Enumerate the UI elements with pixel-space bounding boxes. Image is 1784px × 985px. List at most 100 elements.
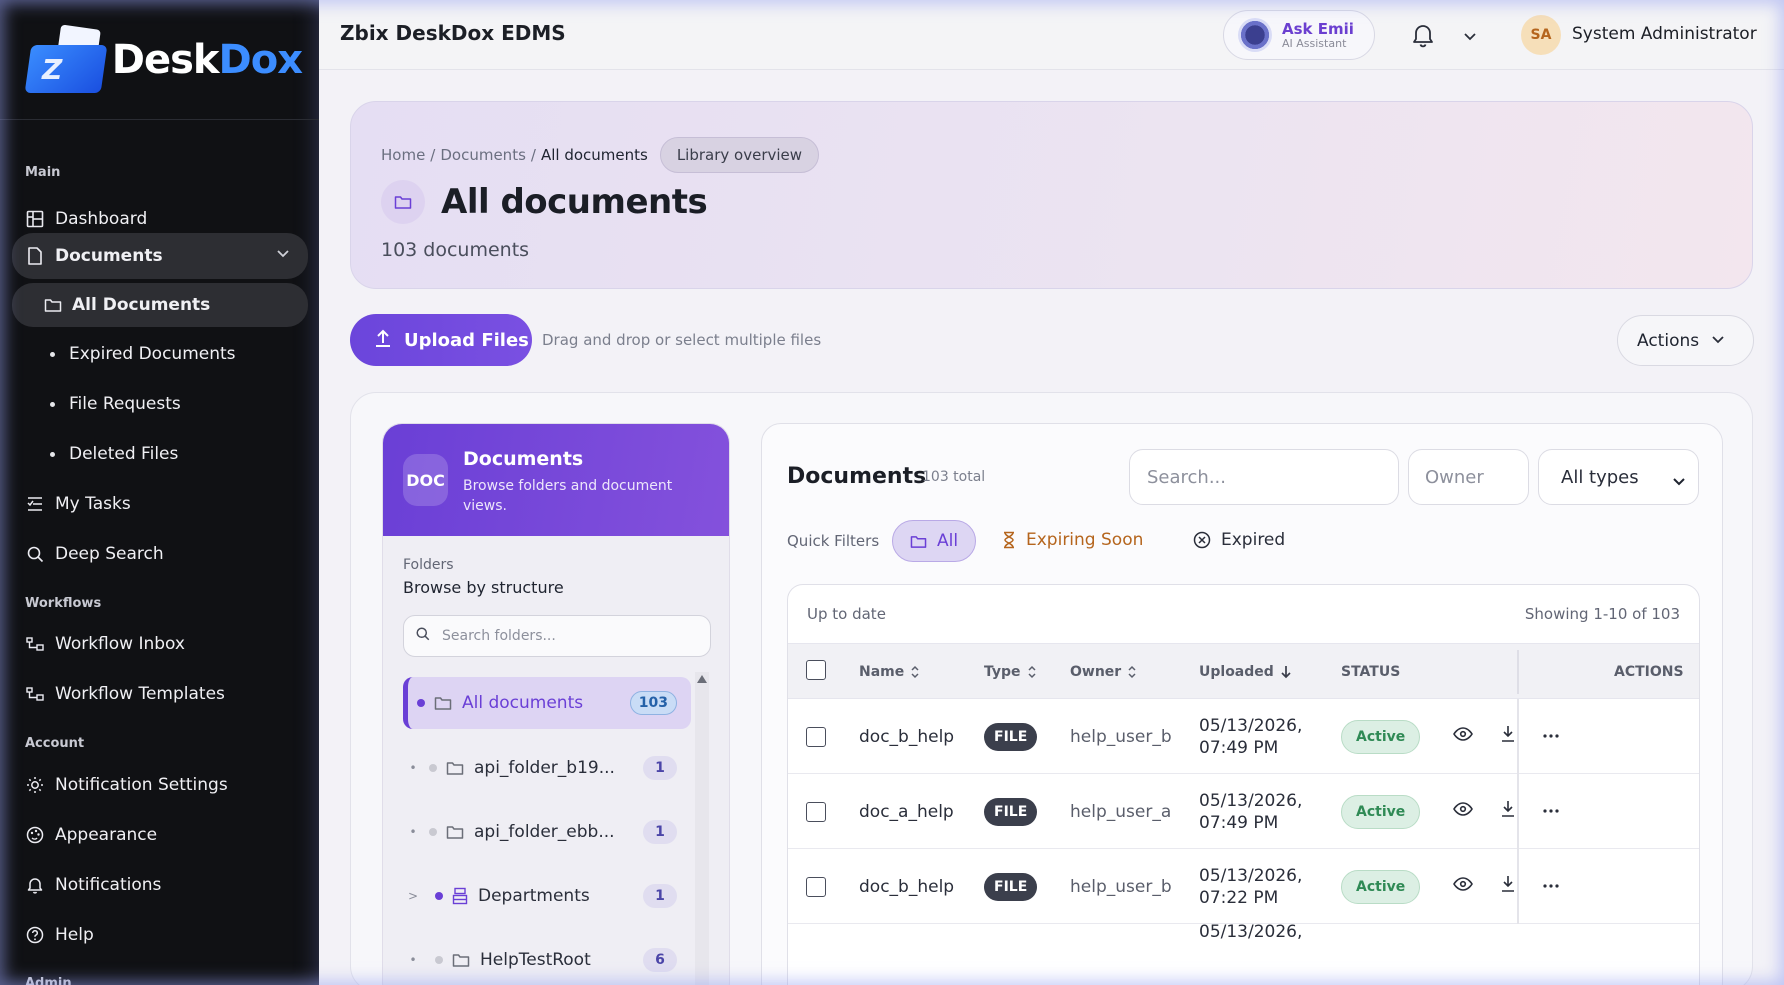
x-circle-icon: [1193, 531, 1211, 549]
breadcrumb-current: All documents: [540, 146, 648, 164]
folder-name: All documents: [462, 693, 584, 713]
doc-name[interactable]: doc_a_help: [859, 774, 954, 849]
sidebar: Z DeskDox Main Dashboard Documents All D…: [0, 0, 319, 985]
folder-icon: [434, 695, 452, 711]
type-filter-value: All types: [1561, 466, 1639, 488]
column-header-owner[interactable]: Owner: [1070, 664, 1137, 680]
table-row[interactable]: 05/13/2026,: [788, 922, 1699, 985]
type-badge: FILE: [984, 722, 1038, 751]
select-all-checkbox[interactable]: [806, 660, 826, 680]
folder-panel-title: Documents: [463, 448, 584, 470]
folder-count: 1: [643, 884, 677, 908]
folder-item-helptestroot[interactable]: • HelpTestRoot 6: [403, 934, 691, 985]
row-checkbox[interactable]: [806, 802, 826, 822]
folder-item-all-documents[interactable]: All documents 103: [403, 677, 691, 729]
sidebar-item-deleted-files[interactable]: Deleted Files: [12, 433, 308, 475]
brand-logo[interactable]: Z DeskDox: [22, 24, 303, 96]
search-icon: [416, 627, 430, 645]
column-header-type[interactable]: Type: [984, 664, 1037, 680]
folder-search-input[interactable]: Search folders...: [403, 615, 711, 657]
quick-filter-expiring-soon[interactable]: Expiring Soon: [1002, 530, 1143, 550]
table-row[interactable]: doc_a_help FILE help_user_a 05/13/2026, 0…: [788, 774, 1699, 849]
table-row[interactable]: doc_b_help FILE help_user_b 05/13/2026, 0…: [788, 849, 1699, 924]
sidebar-item-notification-settings[interactable]: Notification Settings: [12, 764, 308, 806]
workflow-icon: [25, 634, 45, 654]
file-icon: [25, 246, 45, 266]
table-row[interactable]: doc_b_help FILE help_user_b 05/13/2026, 0…: [788, 699, 1699, 774]
sort-icon: [910, 665, 920, 679]
sticky-column-divider: [1517, 650, 1519, 694]
sidebar-item-notifications[interactable]: Notifications: [12, 864, 308, 906]
quick-filter-expired[interactable]: Expired: [1193, 530, 1285, 550]
hourglass-icon: [1002, 531, 1016, 549]
breadcrumb: Home / Documents / All documents Library…: [381, 137, 820, 173]
doc-owner: help_user_b: [1070, 876, 1172, 897]
brand-name: DeskDox: [111, 37, 303, 83]
folder-item-api-folder-b19[interactable]: • api_folder_b19... 1: [403, 742, 691, 794]
download-icon[interactable]: [1500, 875, 1516, 893]
type-filter-select[interactable]: All types: [1538, 449, 1699, 505]
view-eye-icon[interactable]: [1453, 727, 1473, 741]
sidebar-item-all-documents[interactable]: All Documents: [12, 283, 308, 327]
doc-uploaded: 05/13/2026, 07:49 PM: [1199, 715, 1303, 758]
sidebar-item-deep-search[interactable]: Deep Search: [12, 533, 308, 575]
folder-icon: [910, 534, 927, 549]
sidebar-divider: [0, 119, 319, 120]
bullet-icon: [50, 401, 55, 407]
folder-item-api-folder-ebb[interactable]: • api_folder_ebb... 1: [403, 806, 691, 858]
section-label-main: Main: [25, 165, 61, 180]
quick-filter-all[interactable]: All: [892, 520, 976, 562]
expand-chevron-icon[interactable]: >: [403, 889, 423, 903]
view-eye-icon[interactable]: [1453, 802, 1473, 816]
upload-files-button[interactable]: Upload Files: [350, 314, 532, 366]
doc-name[interactable]: doc_b_help: [859, 699, 954, 774]
actions-dropdown-button[interactable]: Actions: [1617, 315, 1754, 366]
doc-name[interactable]: doc_b_help: [859, 849, 954, 924]
sidebar-item-help[interactable]: Help: [12, 914, 308, 956]
chevron-down-icon[interactable]: [1463, 28, 1477, 47]
row-checkbox[interactable]: [806, 727, 826, 747]
notifications-bell-icon[interactable]: [1411, 22, 1435, 52]
folder-icon: [446, 824, 464, 840]
row-checkbox[interactable]: [806, 877, 826, 897]
workflow-icon: [25, 684, 45, 704]
documents-table: Up to date Showing 1-10 of 103 Name Type…: [787, 584, 1700, 985]
library-overview-pill[interactable]: Library overview: [659, 137, 820, 173]
section-label-admin: Admin: [25, 976, 72, 985]
sidebar-item-workflow-templates[interactable]: Workflow Templates: [12, 673, 308, 715]
owner-filter-input[interactable]: Owner: [1408, 449, 1529, 505]
sidebar-item-my-tasks[interactable]: My Tasks: [12, 483, 308, 525]
more-options-icon[interactable]: [1542, 733, 1560, 739]
sidebar-item-workflow-inbox[interactable]: Workflow Inbox: [12, 623, 308, 665]
top-header: Zbix DeskDox EDMS Ask Emii AI Assistant …: [319, 0, 1784, 70]
folder-icon: [452, 952, 470, 968]
tasks-icon: [25, 494, 45, 514]
bell-icon: [25, 875, 45, 895]
scroll-up-arrow-icon[interactable]: [697, 675, 707, 683]
download-icon[interactable]: [1500, 800, 1516, 818]
breadcrumb-home[interactable]: Home: [381, 146, 425, 164]
ask-emii-button[interactable]: Ask Emii AI Assistant: [1223, 10, 1375, 60]
sidebar-item-label: Workflow Inbox: [55, 634, 185, 654]
folder-scrollbar[interactable]: [695, 672, 709, 985]
sidebar-item-appearance[interactable]: Appearance: [12, 814, 308, 856]
column-header-uploaded[interactable]: Uploaded: [1199, 664, 1292, 680]
user-avatar[interactable]: SA: [1521, 15, 1561, 55]
sidebar-item-documents[interactable]: Documents: [12, 233, 308, 279]
download-icon[interactable]: [1500, 725, 1516, 743]
view-eye-icon[interactable]: [1453, 877, 1473, 891]
folder-item-departments[interactable]: > Departments 1: [403, 870, 691, 922]
sidebar-item-expired-documents[interactable]: Expired Documents: [12, 333, 308, 375]
status-badge: Active: [1341, 719, 1421, 754]
document-search-input[interactable]: Search...: [1129, 449, 1399, 505]
folders-sublabel: Browse by structure: [403, 578, 564, 597]
more-options-icon[interactable]: [1542, 808, 1560, 814]
sidebar-item-file-requests[interactable]: File Requests: [12, 383, 308, 425]
table-header: Name Type Owner Uploaded STATUS ACTIONS: [788, 643, 1699, 699]
chevron-down-icon: [1672, 472, 1686, 493]
more-options-icon[interactable]: [1542, 883, 1560, 889]
breadcrumb-documents[interactable]: Documents: [440, 146, 526, 164]
sticky-column-divider: [1517, 774, 1519, 849]
user-name[interactable]: System Administrator: [1572, 24, 1757, 44]
column-header-name[interactable]: Name: [859, 664, 920, 680]
